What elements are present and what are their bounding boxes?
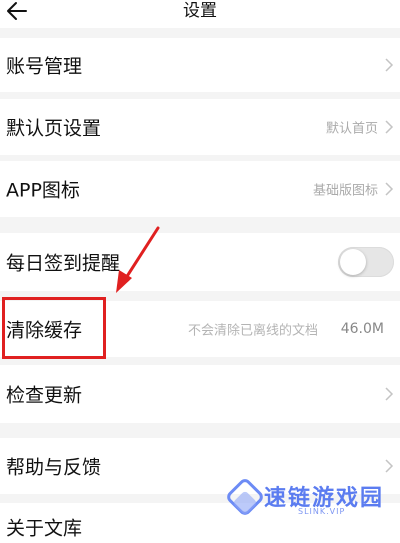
settings-item-label: 每日签到提醒: [6, 252, 121, 275]
settings-item-label: 默认页设置: [6, 117, 102, 140]
settings-item-label: 检查更新: [6, 384, 83, 407]
chevron-right-icon: [385, 459, 394, 473]
settings-item-account[interactable]: 账号管理: [0, 38, 400, 92]
cache-size-value: 46.0M: [340, 321, 384, 337]
watermark: 速链游戏园 SLINK.VIP: [222, 474, 400, 525]
settings-item-label: APP图标: [6, 179, 80, 202]
settings-item-label: 帮助与反馈: [6, 456, 102, 479]
toggle-knob: [340, 249, 366, 275]
top-bar: 设置: [0, 0, 400, 28]
page-title: 设置: [183, 1, 217, 21]
settings-item-label: 账号管理: [6, 55, 83, 78]
watermark-logo-icon: [227, 479, 263, 515]
settings-item-app-icon[interactable]: APP图标 基础版图标: [0, 161, 400, 217]
settings-item-label: 关于文库: [6, 517, 83, 540]
chevron-right-icon: [385, 182, 394, 196]
settings-item-value: 默认首页: [325, 121, 378, 137]
settings-item-daily-checkin: 每日签到提醒: [0, 233, 400, 291]
clear-cache-hint: 不会清除已离线的文档: [187, 323, 318, 339]
settings-item-check-update[interactable]: 检查更新: [0, 365, 400, 423]
settings-item-default-page[interactable]: 默认页设置 默认首页: [0, 99, 400, 155]
settings-item-value: 基础版图标: [312, 183, 378, 199]
chevron-right-icon: [385, 120, 394, 134]
watermark-sub: SLINK.VIP: [298, 507, 346, 516]
chevron-right-icon: [385, 387, 394, 401]
settings-item-clear-cache[interactable]: 清除缓存 不会清除已离线的文档 46.0M: [0, 301, 400, 357]
settings-item-label: 清除缓存: [6, 319, 83, 342]
daily-checkin-toggle[interactable]: [338, 247, 394, 277]
chevron-right-icon: [385, 58, 394, 72]
